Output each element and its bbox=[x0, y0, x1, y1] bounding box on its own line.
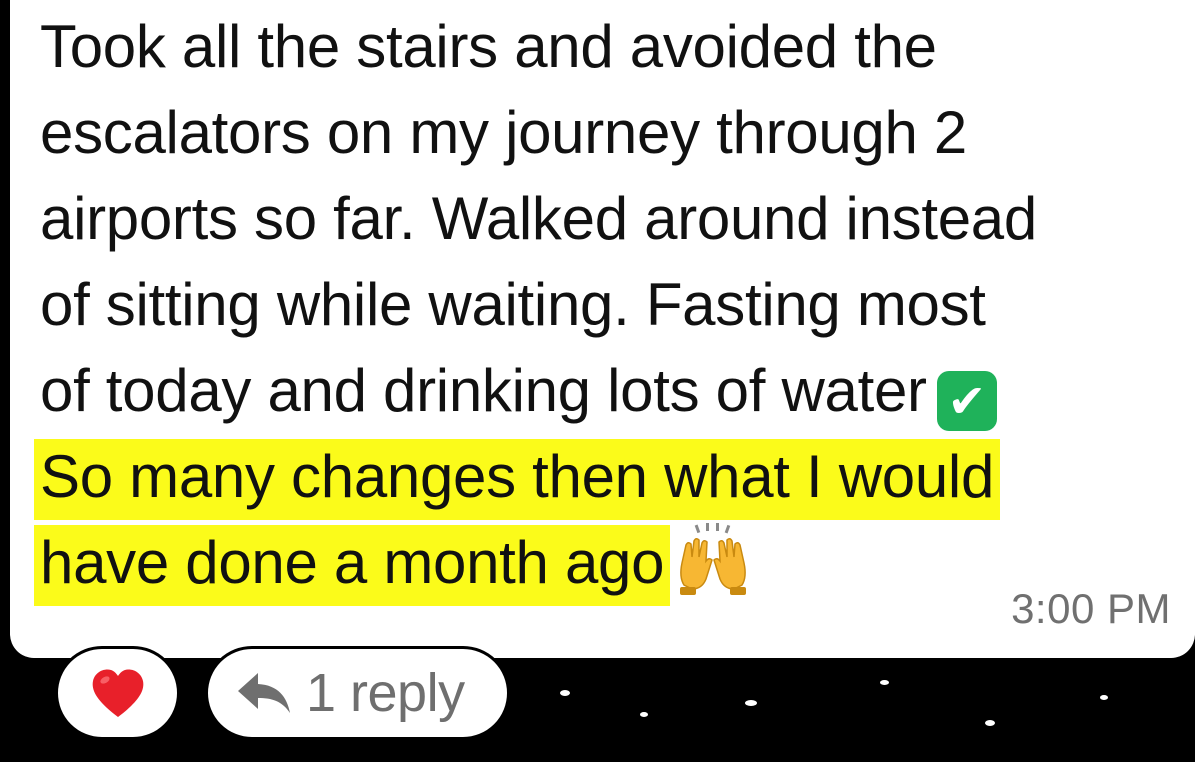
message-text: Took all the stairs and avoided the esca… bbox=[34, 4, 1180, 606]
background-speck bbox=[560, 690, 570, 696]
background-speck bbox=[985, 720, 995, 726]
heart-icon bbox=[92, 669, 143, 717]
check-mark-emoji-icon: ✔ bbox=[936, 371, 997, 431]
background-speck bbox=[1100, 695, 1108, 700]
background-speck bbox=[640, 712, 648, 717]
highlighted-line: So many changes then what I would bbox=[34, 434, 1180, 520]
message-line: escalators on my journey through 2 bbox=[40, 99, 967, 166]
message-line: of sitting while waiting. Fasting most bbox=[40, 271, 986, 338]
message-line-with-check: of today and drinking lots of water ✔ bbox=[40, 348, 1180, 434]
highlighted-line-with-emoji: have done a month ago bbox=[34, 520, 1180, 606]
heart-reaction-button[interactable] bbox=[55, 646, 180, 740]
reply-arrow-icon bbox=[238, 673, 290, 713]
highlighted-text: have done a month ago bbox=[34, 525, 671, 606]
background-speck bbox=[880, 680, 889, 685]
message-line: airports so far. Walked around instead bbox=[40, 185, 1037, 252]
chat-screen: Took all the stairs and avoided the esca… bbox=[0, 0, 1195, 762]
message-timestamp: 3:00 PM bbox=[1011, 585, 1171, 632]
highlighted-text: So many changes then what I would bbox=[34, 439, 1001, 520]
message-line: Took all the stairs and avoided the bbox=[40, 13, 937, 80]
raising-hands-emoji-icon bbox=[676, 523, 750, 620]
message-line: of today and drinking lots of water bbox=[40, 357, 927, 424]
reply-count-button[interactable]: 1 reply bbox=[205, 646, 510, 740]
reply-count-label: 1 reply bbox=[306, 663, 465, 723]
background-speck bbox=[745, 700, 757, 706]
